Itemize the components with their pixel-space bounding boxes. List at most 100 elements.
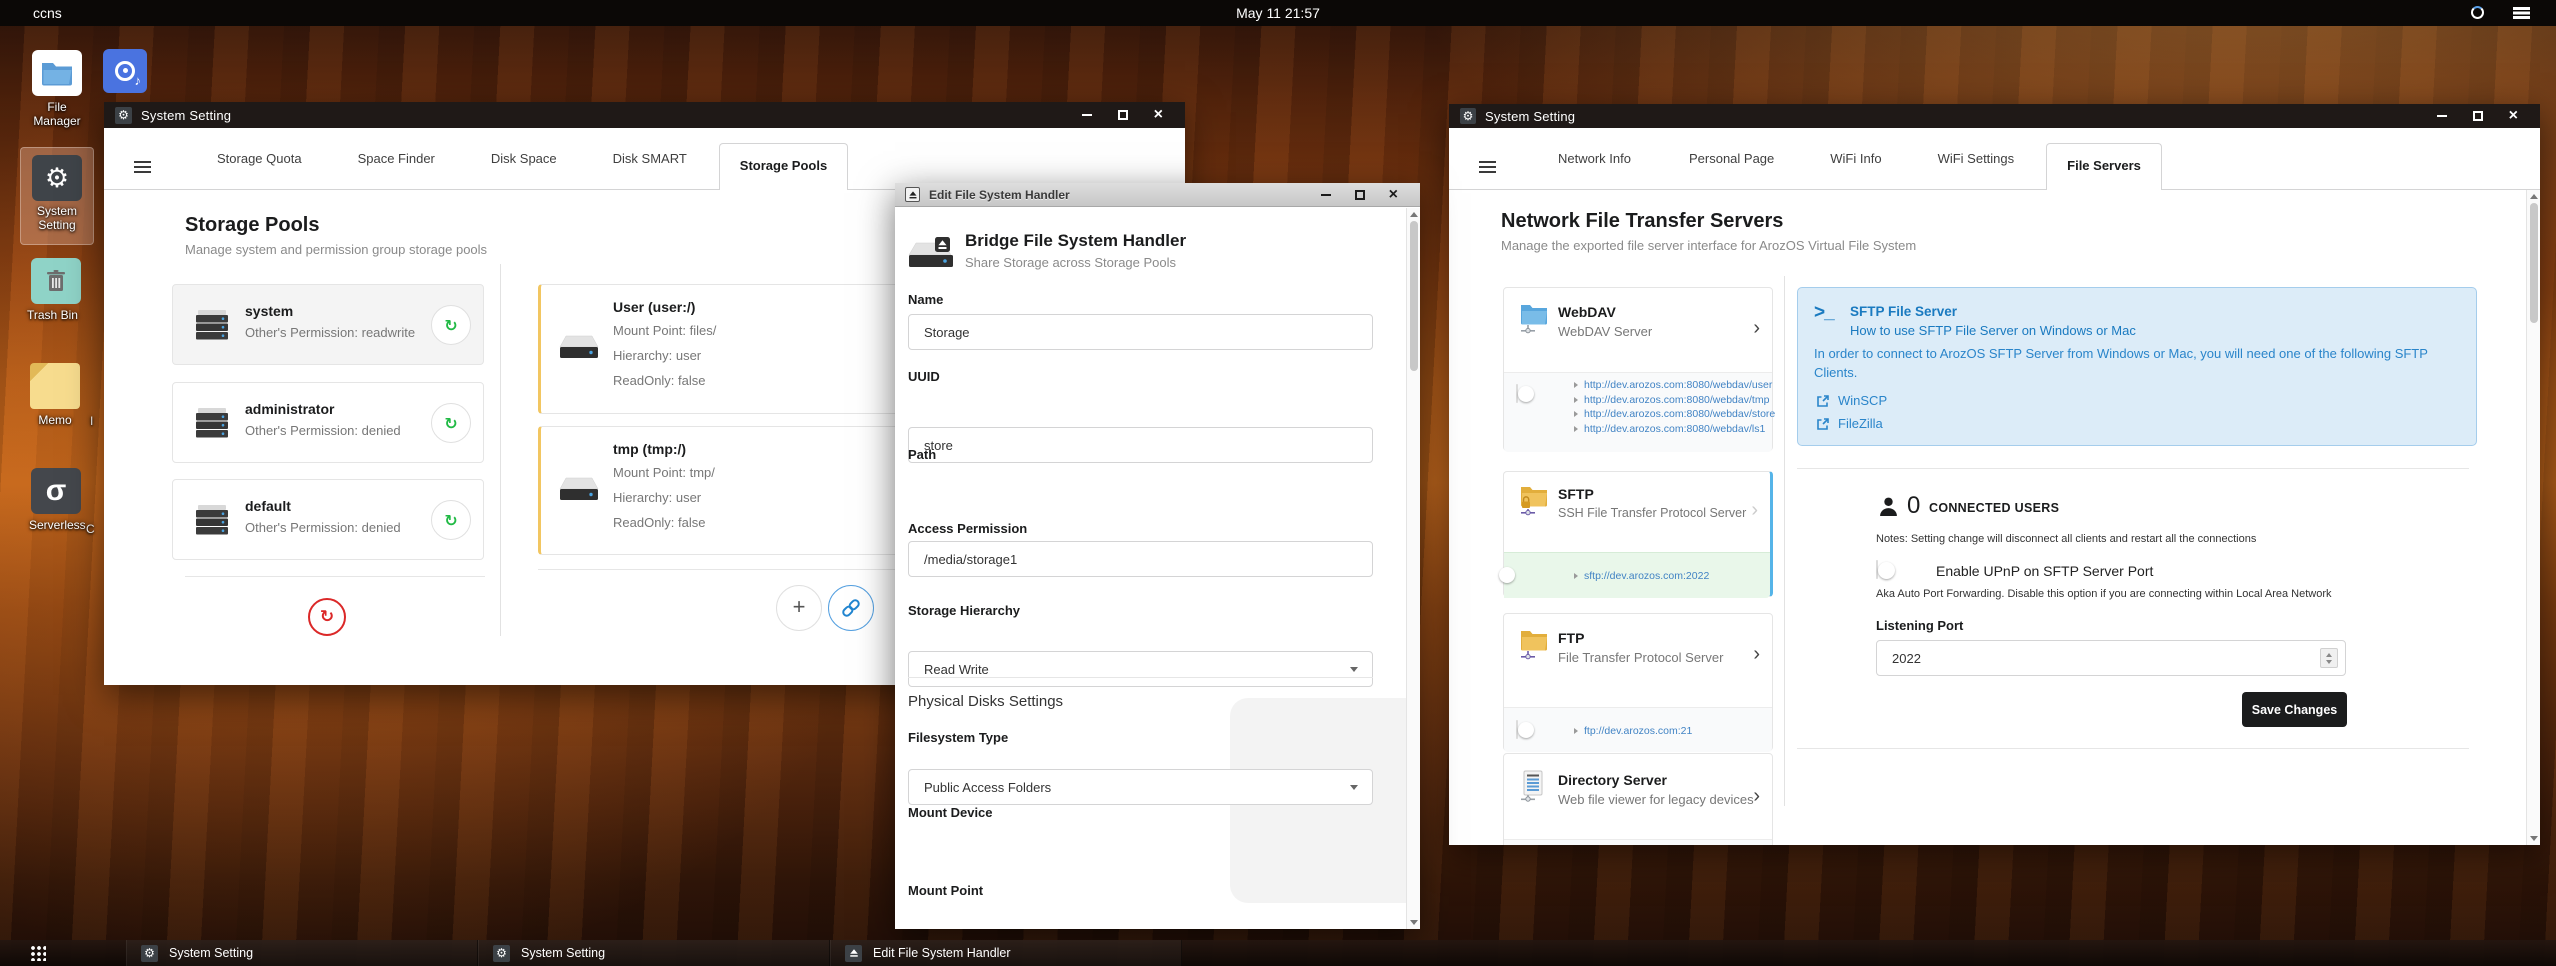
tab-disk-smart[interactable]: Disk SMART bbox=[613, 151, 687, 189]
desktop-icon-trash-bin[interactable]: Trash Bin bbox=[27, 258, 81, 322]
bullet-icon bbox=[1574, 728, 1578, 734]
sftp-card[interactable]: SFTP SSH File Transfer Protocol Server ›… bbox=[1499, 471, 1773, 598]
server-icon bbox=[196, 505, 228, 535]
bridge-card-user[interactable]: User (user:/) Mount Point: files/ Hierar… bbox=[538, 284, 922, 414]
refresh-icon: ↻ bbox=[444, 510, 458, 530]
ftp-toggle[interactable] bbox=[1516, 720, 1534, 739]
upnp-label: Enable UPnP on SFTP Server Port bbox=[1936, 563, 2154, 579]
tab-personal-page[interactable]: Personal Page bbox=[1689, 151, 1774, 189]
taskbar-item-system-setting-1[interactable]: ⚙ System Setting bbox=[126, 940, 478, 966]
menu-bars-icon[interactable] bbox=[134, 160, 151, 163]
add-handler-button[interactable]: + bbox=[776, 585, 822, 631]
access-permission-select[interactable]: Read Write bbox=[908, 651, 1373, 687]
minimize-button[interactable] bbox=[2436, 115, 2447, 117]
close-button[interactable]: × bbox=[2509, 108, 2518, 124]
pool-card-administrator[interactable]: administrator Other's Permission: denied… bbox=[172, 382, 484, 463]
taskbar-item-edit-fsh[interactable]: Edit File System Handler bbox=[830, 940, 1182, 966]
storage-hierarchy-select[interactable]: Public Access Folders bbox=[908, 769, 1373, 805]
divider bbox=[185, 576, 485, 577]
path-field[interactable] bbox=[908, 541, 1373, 577]
window-titlebar[interactable]: ⚙ System Setting × bbox=[104, 102, 1185, 128]
desktop-icon-system-setting[interactable]: ⚙ System Setting bbox=[20, 147, 94, 245]
close-button[interactable]: × bbox=[1389, 186, 1398, 202]
server-icon bbox=[196, 408, 228, 438]
scroll-up-icon[interactable] bbox=[2529, 194, 2538, 199]
chevron-right-icon[interactable]: › bbox=[1751, 500, 1758, 520]
tab-network-info[interactable]: Network Info bbox=[1558, 151, 1631, 189]
menu-bars-icon[interactable] bbox=[1479, 160, 1496, 163]
maximize-button[interactable] bbox=[1117, 110, 1128, 120]
apps-grid-icon[interactable] bbox=[30, 945, 46, 961]
minimize-button[interactable] bbox=[1081, 114, 1092, 116]
webdav-card[interactable]: WebDAV WebDAV Server › http://dev.arozos… bbox=[1503, 287, 1775, 452]
scroll-down-icon[interactable] bbox=[2530, 836, 2538, 841]
desktop-icon-file-manager[interactable]: File Manager bbox=[32, 50, 82, 128]
save-changes-button[interactable]: Save Changes bbox=[2242, 692, 2347, 727]
bridge-disk-icon bbox=[908, 237, 953, 267]
tab-storage-pools[interactable]: Storage Pools bbox=[718, 143, 849, 190]
refresh-pool-button[interactable]: ↻ bbox=[431, 305, 471, 345]
number-spinner[interactable] bbox=[2320, 648, 2338, 668]
tab-storage-quota[interactable]: Storage Quota bbox=[217, 151, 302, 189]
chevron-right-icon[interactable]: › bbox=[1753, 786, 1760, 806]
bullet-icon bbox=[1574, 396, 1578, 403]
listening-port-label: Listening Port bbox=[1876, 618, 1964, 633]
webdav-url-link[interactable]: http://dev.arozos.com:8080/webdav/tmp bbox=[1584, 394, 1769, 406]
refresh-pool-button[interactable]: ↻ bbox=[431, 403, 471, 443]
menu-icon[interactable] bbox=[2513, 7, 2530, 10]
tab-disk-space[interactable]: Disk Space bbox=[491, 151, 557, 189]
name-field[interactable] bbox=[908, 314, 1373, 350]
desktop-icon-serverless[interactable]: σ Serverless bbox=[29, 468, 86, 532]
filezilla-link[interactable]: FileZilla bbox=[1816, 416, 1883, 431]
scroll-down-icon[interactable] bbox=[1410, 920, 1418, 925]
refresh-pool-button[interactable]: ↻ bbox=[431, 500, 471, 540]
chevron-down-icon bbox=[1350, 667, 1358, 672]
window-titlebar[interactable]: ⚙ System Setting × bbox=[1449, 104, 2540, 128]
disk-icon bbox=[559, 335, 599, 358]
sftp-url-link[interactable]: sftp://dev.arozos.com:2022 bbox=[1584, 570, 1709, 582]
maximize-button[interactable] bbox=[2472, 111, 2483, 121]
desktop-icon-memo[interactable]: Memo bbox=[30, 363, 80, 427]
chevron-right-icon[interactable]: › bbox=[1753, 644, 1760, 664]
tab-file-servers[interactable]: File Servers bbox=[2046, 143, 2162, 190]
pool-card-default[interactable]: default Other's Permission: denied ↻ bbox=[172, 479, 484, 560]
tab-space-finder[interactable]: Space Finder bbox=[358, 151, 435, 189]
scrollbar[interactable] bbox=[2526, 190, 2540, 845]
taskbar-item-system-setting-2[interactable]: ⚙ System Setting bbox=[478, 940, 830, 966]
webdav-url-link[interactable]: http://dev.arozos.com:8080/webdav/store bbox=[1584, 408, 1775, 420]
ftp-card[interactable]: FTP File Transfer Protocol Server › ftp:… bbox=[1503, 613, 1773, 752]
window-titlebar[interactable]: Edit File System Handler × bbox=[895, 183, 1420, 207]
pool-card-system[interactable]: system Other's Permission: readwrite ↻ bbox=[172, 284, 484, 365]
close-button[interactable]: × bbox=[1154, 107, 1163, 123]
sftp-toggle-area: sftp://dev.arozos.com:2022 bbox=[1499, 552, 1770, 598]
upnp-toggle[interactable] bbox=[1876, 560, 1895, 579]
ftp-url-link[interactable]: ftp://dev.arozos.com:21 bbox=[1584, 725, 1692, 737]
page-title: Network File Transfer Servers bbox=[1501, 210, 1784, 232]
tab-wifi-settings[interactable]: WiFi Settings bbox=[1938, 151, 2015, 189]
directory-server-card[interactable]: Directory Server Web file viewer for leg… bbox=[1503, 753, 1773, 845]
bridge-card-tmp[interactable]: tmp (tmp:/) Mount Point: tmp/ Hierarchy:… bbox=[538, 426, 922, 555]
scrollbar[interactable] bbox=[1406, 208, 1420, 929]
file-manager-icon bbox=[32, 50, 82, 96]
tab-wifi-info[interactable]: WiFi Info bbox=[1830, 151, 1881, 189]
webdav-url-link[interactable]: http://dev.arozos.com:8080/webdav/ls1 bbox=[1584, 423, 1765, 435]
trash-icon bbox=[31, 258, 81, 304]
scroll-up-icon[interactable] bbox=[1409, 212, 1418, 217]
uuid-field[interactable] bbox=[908, 427, 1373, 463]
webdav-toggle[interactable] bbox=[1516, 384, 1534, 403]
desktop-icon-music[interactable]: ♪ bbox=[103, 49, 147, 93]
webdav-url-link[interactable]: http://dev.arozos.com:8080/webdav/user bbox=[1584, 379, 1772, 391]
bridge-link-button[interactable] bbox=[828, 585, 874, 631]
chevron-right-icon[interactable]: › bbox=[1753, 318, 1760, 338]
gear-icon: ⚙ bbox=[493, 944, 510, 962]
ftp-folder-icon bbox=[1521, 631, 1547, 660]
minimize-button[interactable] bbox=[1320, 193, 1331, 196]
listening-port-input[interactable] bbox=[1876, 640, 2346, 676]
reload-pools-button[interactable]: ↻ bbox=[308, 598, 346, 636]
maximize-button[interactable] bbox=[1354, 189, 1365, 200]
winscp-link[interactable]: WinSCP bbox=[1816, 393, 1887, 408]
bullet-icon bbox=[1574, 411, 1578, 417]
top-bar: ccns May 11 21:57 bbox=[0, 0, 2556, 26]
ftp-toggle-area: ftp://dev.arozos.com:21 bbox=[1504, 707, 1772, 752]
chevron-down-icon bbox=[1350, 785, 1358, 790]
